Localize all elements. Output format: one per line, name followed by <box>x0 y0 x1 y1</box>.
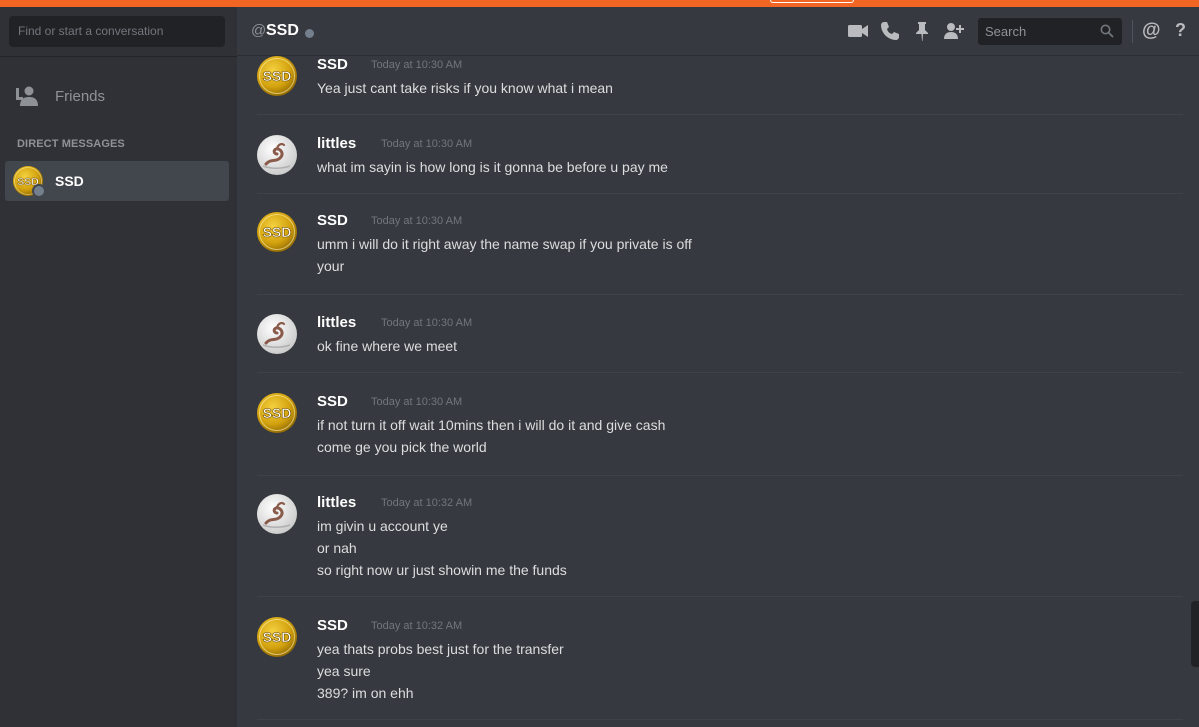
find-conversation-input[interactable]: Find or start a conversation <box>9 16 225 47</box>
message-line: come ge you pick the world <box>317 439 487 455</box>
friends-label: Friends <box>55 87 106 105</box>
message-line: umm i will do it right away the name swa… <box>317 236 692 252</box>
mention-icon[interactable]: @ <box>1142 20 1161 42</box>
direct-messages-header: DIRECT MESSAGES <box>17 138 125 150</box>
message-timestamp: Today at 10:30 AM <box>371 215 463 227</box>
message-line: Yea just cant take risks if you know wha… <box>317 80 613 96</box>
message-timestamp: Today at 10:30 AM <box>381 317 473 329</box>
ssd-avatar-icon[interactable]: SSD <box>257 212 297 252</box>
video-call-icon[interactable] <box>847 20 869 42</box>
message-line: im givin u account ye <box>317 518 448 534</box>
header-divider <box>1132 20 1133 43</box>
message-body: if not turn it off wait 10mins then i wi… <box>317 414 665 458</box>
dm-sidebar: Find or start a conversation Friends DIR… <box>0 7 237 727</box>
message-line: ok fine where we meet <box>317 338 458 354</box>
avatar-text: SSD <box>263 629 292 645</box>
littles-avatar-icon[interactable] <box>257 494 297 534</box>
window-notch <box>770 0 854 3</box>
help-icon[interactable]: ? <box>1175 20 1186 41</box>
message: SSD SSD Today at 10:30 AM if not turn it o… <box>257 393 1183 476</box>
message-line: yea sure <box>317 663 371 679</box>
message-author[interactable]: littles <box>317 314 356 331</box>
avatar-text: SSD <box>263 405 292 421</box>
message: SSD SSD Today at 10:32 AM yea thats probs … <box>257 617 1183 720</box>
message-body: Yea just cant take risks if you know wha… <box>317 77 613 99</box>
message-body: what im sayin is how long is it gonna be… <box>317 156 668 178</box>
add-friend-icon[interactable] <box>942 20 964 42</box>
message-timestamp: Today at 10:30 AM <box>381 138 473 150</box>
message-line: if not turn it off wait 10mins then i wi… <box>317 417 666 433</box>
message-list: SSD SSD Today at 10:30 AM Yea just cant ta… <box>237 56 1199 727</box>
search-input[interactable]: Search <box>978 18 1122 45</box>
status-indicator <box>305 29 314 38</box>
status-indicator <box>32 184 46 198</box>
message-author[interactable]: littles <box>317 494 356 511</box>
at-symbol: @ <box>251 22 267 39</box>
window-top-strip <box>0 0 1199 7</box>
message-scrollbar[interactable] <box>1191 601 1199 667</box>
message-body: yea thats probs best just for the transf… <box>317 638 564 704</box>
littles-avatar-icon[interactable] <box>257 135 297 175</box>
search-placeholder: Search <box>985 24 1027 39</box>
ssd-avatar-icon[interactable]: SSD <box>257 393 297 433</box>
avatar: SSD <box>13 166 46 198</box>
message-line: or nah <box>317 540 357 556</box>
message-body: im givin u account ye or nah so right now … <box>317 515 567 581</box>
message: littles Today at 10:30 AM ok fine where we… <box>257 314 1183 373</box>
message-body: umm i will do it right away the name swa… <box>317 233 692 277</box>
message-author[interactable]: SSD <box>317 617 348 634</box>
message-author[interactable]: SSD <box>317 56 348 73</box>
pin-icon[interactable] <box>911 20 933 42</box>
message-line: what im sayin is how long is it gonna be… <box>317 159 668 175</box>
message-line: so right now ur just showin me the funds <box>317 562 567 578</box>
message-timestamp: Today at 10:30 AM <box>371 396 463 408</box>
message-line: yea thats probs best just for the transf… <box>317 641 564 657</box>
dm-item-ssd[interactable]: SSD SSD <box>5 161 229 201</box>
dm-item-label: SSD <box>55 173 84 189</box>
message-author[interactable]: SSD <box>317 212 348 229</box>
message-timestamp: Today at 10:30 AM <box>371 59 463 71</box>
channel-header: @ SSD Search @ ? <box>237 7 1199 56</box>
message-author[interactable]: SSD <box>317 393 348 410</box>
message: SSD SSD Today at 10:30 AM Yea just cant ta… <box>257 56 1183 115</box>
ssd-avatar-icon[interactable]: SSD <box>257 617 297 657</box>
message-author[interactable]: littles <box>317 135 356 152</box>
message-timestamp: Today at 10:32 AM <box>381 497 473 509</box>
avatar-text: SSD <box>263 68 292 84</box>
avatar-text: SSD <box>263 224 292 240</box>
voice-call-icon[interactable] <box>879 20 901 42</box>
search-icon <box>1100 24 1114 38</box>
channel-name: SSD <box>266 22 299 39</box>
ssd-avatar-icon[interactable]: SSD <box>257 56 297 96</box>
message-body: ok fine where we meet <box>317 335 457 357</box>
friends-icon <box>16 86 38 106</box>
message: SSD SSD Today at 10:30 AM umm i will do it… <box>257 212 1183 295</box>
sidebar-divider <box>0 56 237 57</box>
message-line: your <box>317 258 345 274</box>
littles-avatar-icon[interactable] <box>257 314 297 354</box>
sidebar-item-friends[interactable]: Friends <box>8 81 229 111</box>
message-line: 389? im on ehh <box>317 685 414 701</box>
message-timestamp: Today at 10:32 AM <box>371 620 463 632</box>
message: littles Today at 10:32 AM im givin u accou… <box>257 494 1183 597</box>
message: littles Today at 10:30 AM what im sayin is… <box>257 135 1183 194</box>
